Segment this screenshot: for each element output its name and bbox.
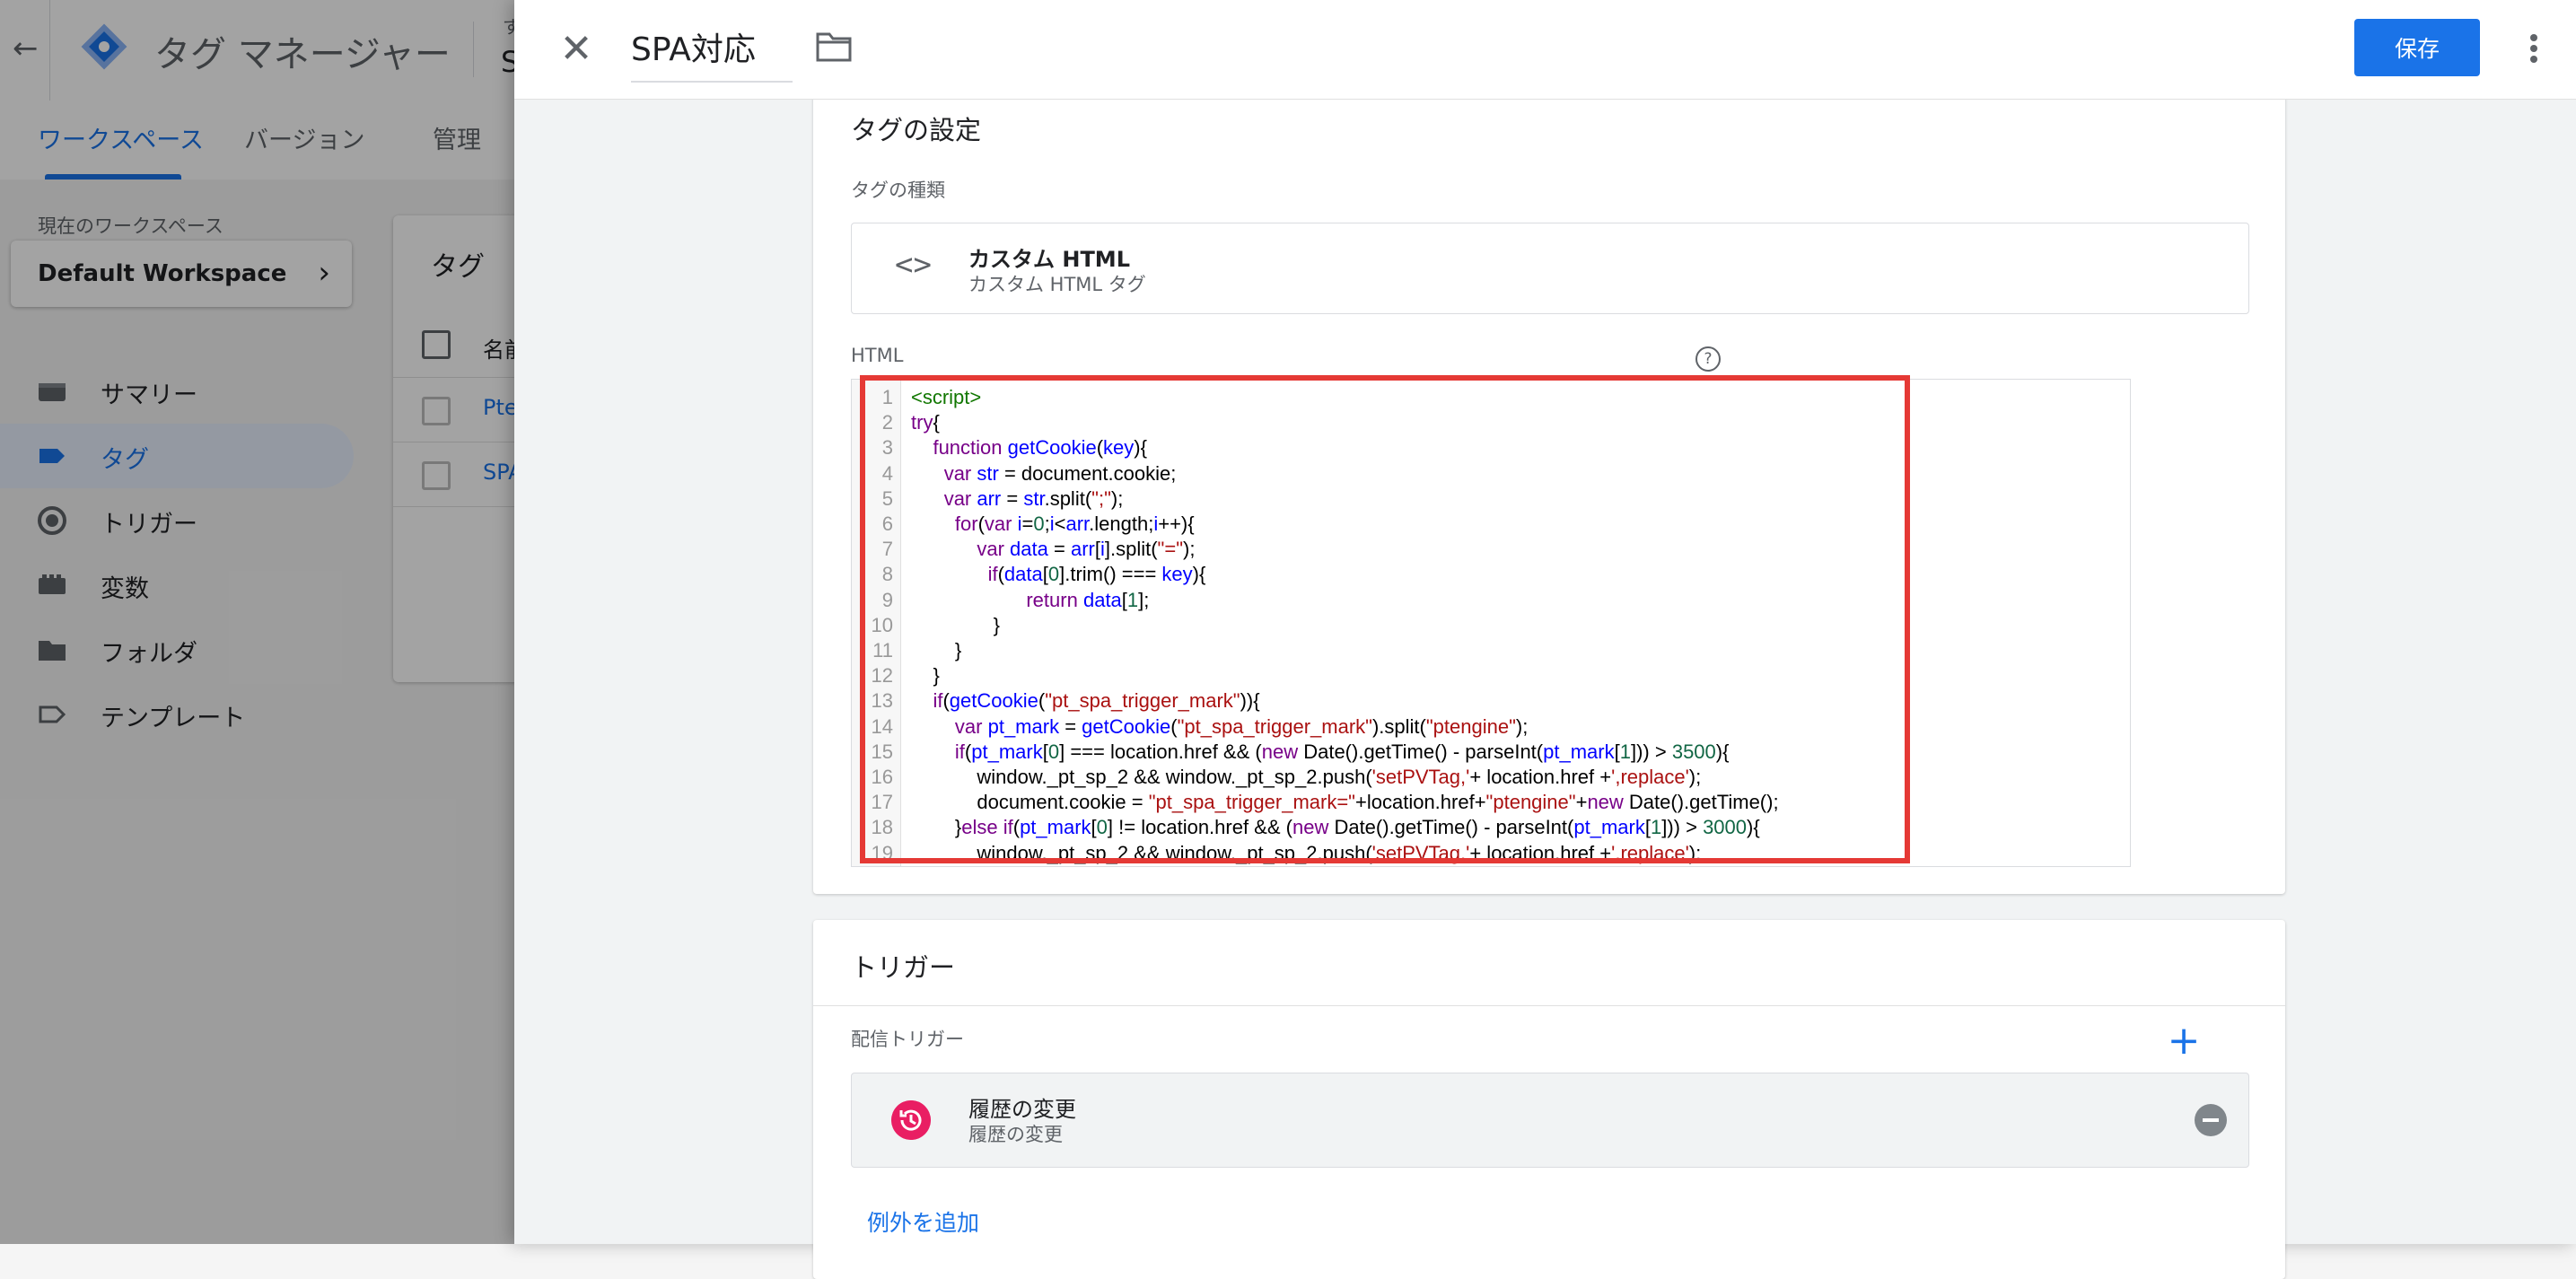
code-line[interactable]: var str = document.cookie; <box>911 461 1177 486</box>
tag-type-name: カスタム HTML <box>968 247 1130 272</box>
code-line[interactable]: try{ <box>911 410 940 435</box>
line-number: 12 <box>871 664 893 688</box>
tag-configuration-title: タグの設定 <box>851 115 982 145</box>
line-number: 6 <box>881 512 893 535</box>
card-divider <box>813 1005 2285 1006</box>
code-line[interactable]: }else if(pt_mark[0] != location.href && … <box>911 815 1760 840</box>
firing-triggers-label: 配信トリガー <box>851 1029 964 1050</box>
code-line[interactable]: var pt_mark = getCookie("pt_spa_trigger_… <box>911 714 1528 740</box>
code-line[interactable]: } <box>911 663 939 688</box>
triggering-title: トリガー <box>851 952 956 983</box>
code-line[interactable]: for(var i=0;i<arr.length;i++){ <box>911 512 1195 537</box>
folder-icon[interactable] <box>814 29 854 65</box>
remove-circle-icon[interactable] <box>2195 1104 2227 1136</box>
tag-editor-panel: ✕ 保存 タグの設定 タグの種類 <> カスタム HTML カスタム HTML … <box>514 0 2576 1279</box>
triggering-card: トリガー 配信トリガー + 履歴の変更 履歴の変更 例外を追加 <box>813 920 2285 1279</box>
code-line[interactable]: document.cookie = "pt_spa_trigger_mark="… <box>911 790 1778 815</box>
trigger-name: 履歴の変更 <box>968 1097 1076 1122</box>
trigger-description: 履歴の変更 <box>968 1124 1063 1145</box>
save-button[interactable]: 保存 <box>2354 19 2480 76</box>
html-code-editor[interactable]: 1 2 3 4 5 6 7 8 9 10 11 12 13 14 15 16 17 18 19 <script> tr… <box>851 379 2131 867</box>
line-number: 3 <box>881 436 893 460</box>
line-number: 7 <box>881 538 893 561</box>
line-number: 10 <box>871 613 893 636</box>
line-number: 18 <box>871 816 893 839</box>
line-number: 1 <box>881 386 893 408</box>
line-number: 2 <box>881 411 893 434</box>
close-icon[interactable]: ✕ <box>554 27 599 72</box>
line-number: 16 <box>871 766 893 788</box>
line-number: 19 <box>871 841 893 864</box>
add-trigger-plus-icon[interactable]: + <box>2161 1019 2206 1064</box>
trigger-item-history-change[interactable]: 履歴の変更 履歴の変更 <box>851 1073 2249 1168</box>
code-line[interactable]: window._pt_sp_2 && window._pt_sp_2.push(… <box>911 841 1701 866</box>
html-label: HTML <box>851 345 904 366</box>
tag-name-input[interactable] <box>631 20 793 83</box>
tag-type-label: タグの種類 <box>851 180 945 201</box>
line-number: 9 <box>881 588 893 611</box>
line-number: 5 <box>881 486 893 510</box>
line-number-gutter: 1 2 3 4 5 6 7 8 9 10 11 12 13 14 15 16 17 18 19 <box>852 380 901 866</box>
code-line[interactable]: function getCookie(key){ <box>911 435 1147 460</box>
help-icon[interactable]: ? <box>1695 346 1721 372</box>
code-brackets-icon: <> <box>895 247 932 283</box>
line-number: 8 <box>881 563 893 586</box>
more-vert-icon[interactable] <box>2516 23 2552 74</box>
code-line[interactable]: } <box>911 638 961 663</box>
code-line[interactable]: if(pt_mark[0] === location.href && (new … <box>911 740 1730 765</box>
code-line[interactable]: window._pt_sp_2 && window._pt_sp_2.push(… <box>911 765 1701 790</box>
tag-type-description: カスタム HTML タグ <box>968 274 1146 295</box>
code-line[interactable]: if(data[0].trim() === key){ <box>911 562 1206 587</box>
code-line[interactable]: } <box>911 613 1000 638</box>
line-number: 14 <box>871 714 893 738</box>
line-number: 13 <box>871 689 893 713</box>
line-number: 4 <box>881 461 893 485</box>
code-line[interactable]: var data = arr[i].split("="); <box>911 537 1195 562</box>
code-line[interactable]: var arr = str.split(";"); <box>911 486 1124 512</box>
line-number: 11 <box>872 639 893 661</box>
code-line[interactable]: if(getCookie("pt_spa_trigger_mark")){ <box>911 688 1259 714</box>
code-line[interactable]: <script> <box>911 385 981 410</box>
tag-type-selector[interactable]: <> カスタム HTML カスタム HTML タグ <box>851 223 2249 314</box>
add-exception-link[interactable]: 例外を追加 <box>867 1205 979 1238</box>
history-icon <box>891 1100 931 1140</box>
line-number: 15 <box>871 740 893 763</box>
tag-configuration-card: タグの設定 タグの種類 <> カスタム HTML カスタム HTML タグ HT… <box>813 90 2285 894</box>
panel-topbar: ✕ 保存 <box>514 0 2576 100</box>
code-line[interactable]: return data[1]; <box>911 588 1149 613</box>
line-number: 17 <box>871 791 893 814</box>
